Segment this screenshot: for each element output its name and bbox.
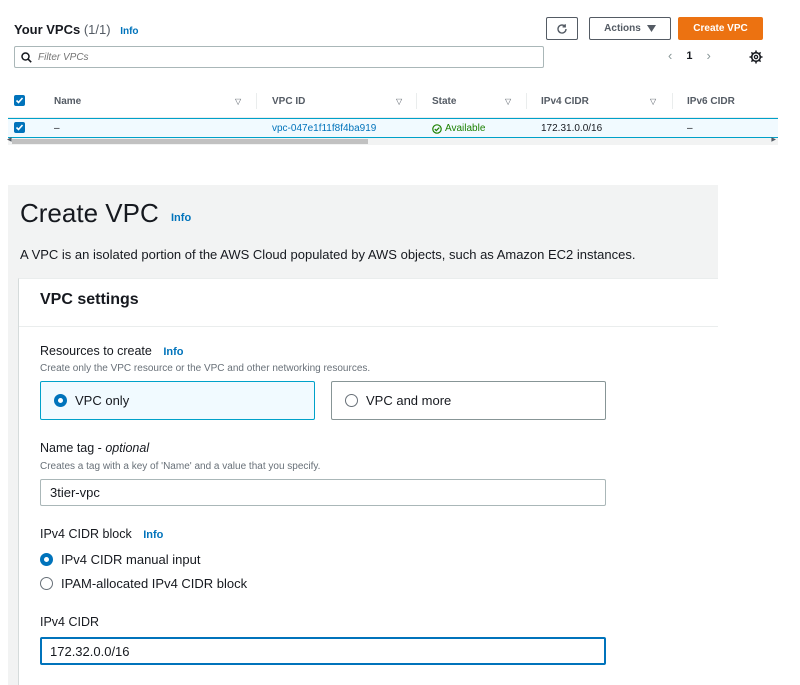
vpc-table: Name ▽ VPC ID ▽ State ▽ IPv4 CIDR ▽ IPv6… — [8, 84, 778, 138]
vpc-and-more-radio[interactable] — [345, 394, 358, 407]
search-icon — [21, 51, 32, 63]
column-header-name[interactable]: Name — [54, 96, 81, 107]
scrollbar-thumb[interactable] — [12, 139, 368, 144]
column-header-ipv6-cidr[interactable]: IPv6 CIDR — [687, 96, 735, 107]
name-tag-optional: optional — [105, 441, 150, 455]
page-title: Create VPC — [20, 198, 159, 228]
row-checkbox[interactable] — [14, 122, 25, 133]
table-row[interactable]: – vpc-047e1f11f8f4ba919 Available 172.31… — [8, 118, 778, 138]
select-all-checkbox[interactable] — [14, 95, 25, 106]
page-description: A VPC is an isolated portion of the AWS … — [20, 247, 636, 262]
vpc-list-info-link[interactable]: Info — [120, 26, 138, 37]
cell-ipv4-cidr: 172.31.0.0/16 — [541, 123, 603, 134]
ipam-radio[interactable] — [40, 577, 53, 590]
cell-state: Available — [432, 123, 485, 134]
column-header-ipv4-cidr[interactable]: IPv4 CIDR — [541, 96, 589, 107]
settings-icon[interactable] — [749, 50, 763, 64]
sort-icon[interactable]: ▽ — [505, 97, 511, 106]
ipv4-cidr-block-info-link[interactable]: Info — [143, 529, 163, 541]
vpc-settings-title: VPC settings — [19, 279, 718, 327]
actions-button[interactable]: Actions — [589, 17, 671, 40]
vpc-only-radio[interactable] — [54, 394, 67, 407]
resources-info-link[interactable]: Info — [163, 346, 183, 358]
pagination: ‹ 1 › — [668, 48, 711, 63]
ipv4-cidr-block-label: IPv4 CIDR block Info — [40, 527, 163, 541]
column-header-state[interactable]: State — [432, 96, 456, 107]
chevron-right-icon[interactable]: › — [706, 48, 710, 63]
vpc-settings-card: VPC settings Resources to create Info Cr… — [18, 278, 718, 685]
vpc-list-count: (1/1) — [83, 22, 111, 37]
ipv4-cidr-label: IPv4 CIDR — [40, 615, 100, 629]
sort-icon[interactable]: ▽ — [650, 97, 656, 106]
filter-box[interactable] — [14, 46, 544, 68]
vpc-and-more-label: VPC and more — [366, 393, 452, 408]
page-number[interactable]: 1 — [686, 50, 692, 62]
checkbox-checked-icon — [15, 97, 24, 104]
name-tag-label: Name tag - optional — [40, 441, 149, 455]
ipv4-cidr-input[interactable] — [40, 637, 606, 665]
caret-down-icon — [646, 25, 656, 32]
status-ok-icon — [432, 123, 442, 134]
column-header-vpc-id[interactable]: VPC ID — [272, 96, 305, 107]
resources-label: Resources to create Info — [40, 344, 184, 358]
ipam-option[interactable]: IPAM-allocated IPv4 CIDR block — [40, 576, 247, 591]
column-divider — [416, 93, 417, 109]
ipv4-manual-option[interactable]: IPv4 CIDR manual input — [40, 552, 200, 567]
column-divider — [256, 93, 257, 109]
cell-ipv6-cidr: – — [687, 123, 693, 134]
name-tag-label-text: Name tag - — [40, 441, 106, 455]
ipv4-cidr-block-label-text: IPv4 CIDR block — [40, 527, 132, 541]
sort-icon[interactable]: ▽ — [396, 97, 402, 106]
sort-icon[interactable]: ▽ — [235, 97, 241, 106]
resources-label-text: Resources to create — [40, 344, 152, 358]
vpc-and-more-tile[interactable]: VPC and more — [331, 381, 606, 420]
cell-name: – — [54, 123, 60, 134]
create-vpc-panel: Create VPC Info A VPC is an isolated por… — [8, 185, 718, 685]
scroll-left-icon[interactable]: ◀ — [7, 136, 12, 143]
scroll-right-icon[interactable]: ▶ — [771, 136, 776, 143]
table-header-row: Name ▽ VPC ID ▽ State ▽ IPv4 CIDR ▽ IPv6… — [8, 84, 778, 118]
ipv4-manual-radio[interactable] — [40, 553, 53, 566]
page-info-link[interactable]: Info — [171, 212, 191, 224]
actions-label: Actions — [604, 23, 641, 34]
name-tag-input[interactable] — [40, 479, 606, 506]
state-label: Available — [445, 123, 486, 134]
vpc-only-label: VPC only — [75, 393, 130, 408]
resources-description: Create only the VPC resource or the VPC … — [40, 363, 371, 374]
vpc-list-title: Your VPCs — [14, 22, 81, 37]
refresh-button[interactable] — [546, 17, 578, 40]
filter-vpcs-input[interactable] — [38, 51, 518, 63]
checkbox-checked-icon — [15, 124, 24, 131]
horizontal-scrollbar[interactable]: ◀ ▶ — [7, 136, 778, 145]
cell-vpc-id[interactable]: vpc-047e1f11f8f4ba919 — [272, 123, 376, 134]
chevron-left-icon[interactable]: ‹ — [668, 48, 672, 63]
create-vpc-button[interactable]: Create VPC — [678, 17, 763, 40]
vpc-list-panel: Your VPCs (1/1) Info Actions Create VPC … — [7, 8, 778, 145]
column-divider — [526, 93, 527, 109]
vpc-list-header: Your VPCs (1/1) Info — [14, 22, 139, 37]
ipam-label: IPAM-allocated IPv4 CIDR block — [61, 576, 248, 591]
refresh-icon — [557, 23, 567, 34]
ipv4-manual-label: IPv4 CIDR manual input — [61, 552, 201, 567]
name-tag-description: Creates a tag with a key of 'Name' and a… — [40, 461, 321, 472]
vpc-only-tile[interactable]: VPC only — [40, 381, 315, 420]
column-divider — [672, 93, 673, 109]
